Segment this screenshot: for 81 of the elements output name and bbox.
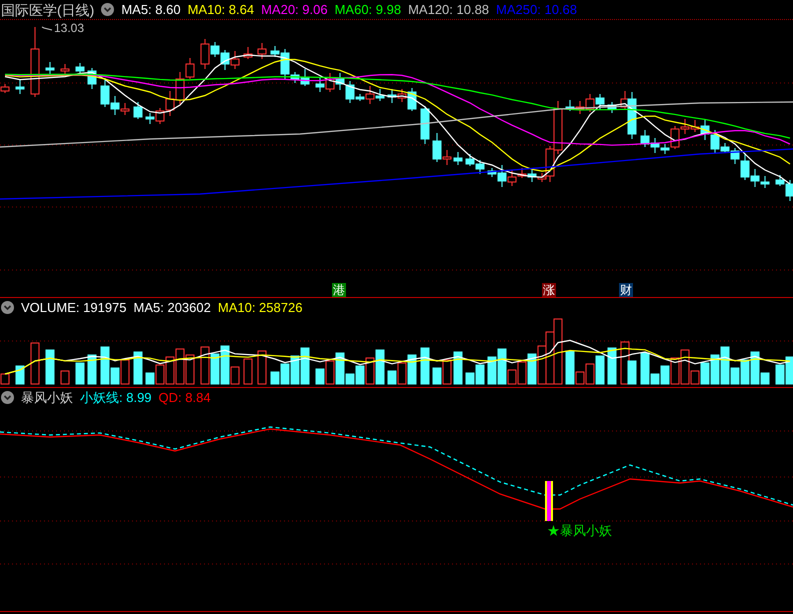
volume-bar (546, 332, 554, 384)
volume-bar (528, 354, 536, 384)
candlestick (88, 68, 96, 90)
candlestick (420, 106, 430, 144)
candlestick (220, 50, 230, 70)
candlestick (608, 102, 616, 114)
indicator-value: MA10: 8.64 (188, 3, 254, 16)
chart-title: 暴风小妖 (21, 390, 73, 404)
chart-title: 国际医学(日线) (1, 2, 94, 16)
volume-bar (76, 362, 84, 384)
indicator-value: MA120: 10.88 (408, 3, 490, 16)
event-marker[interactable]: 涨 (542, 283, 556, 297)
leader-line (42, 26, 52, 30)
candlestick (528, 168, 536, 182)
volume-bar (538, 346, 546, 384)
volume-bar (420, 348, 430, 384)
candlestick (576, 100, 584, 114)
indicator-value: MA60: 9.98 (334, 3, 402, 16)
candlestick (596, 94, 604, 110)
signal-label: ★暴风小妖 (547, 524, 612, 537)
volume-bar (186, 354, 194, 384)
volume-bar (554, 318, 562, 384)
signal-bar (545, 481, 553, 521)
volume-bar (710, 354, 720, 384)
dropdown-icon[interactable] (101, 3, 114, 16)
volume-bar (670, 358, 680, 384)
volume-bar (60, 370, 70, 384)
candlestick (16, 78, 24, 94)
candlestick (230, 50, 240, 70)
candlestick (316, 76, 324, 92)
volume-bar (176, 348, 184, 384)
volume-bar (290, 356, 300, 384)
indicator-value: MA5: 8.60 (121, 3, 181, 16)
volume-bar (46, 350, 54, 384)
indicator-value: MA5: 203602 (134, 300, 211, 314)
volume-bar (366, 358, 374, 384)
candlestick (134, 102, 142, 120)
volume-bar (488, 356, 496, 384)
volume-bar (134, 352, 142, 384)
indicator-value: VOLUME: 191975 (21, 300, 127, 314)
candlestick (336, 72, 344, 90)
candlestick (454, 152, 462, 166)
volume-bar (200, 346, 210, 384)
volume-bar (88, 354, 96, 384)
volume-bar (16, 366, 24, 384)
candlestick (30, 26, 40, 98)
event-marker[interactable]: 财 (619, 283, 633, 297)
indicator-value: MA10: 258726 (218, 300, 302, 314)
candlestick (46, 62, 54, 76)
volume-bar (608, 348, 616, 384)
candlestick (586, 94, 594, 112)
dropdown-icon[interactable] (1, 300, 14, 314)
candlestick (76, 62, 84, 74)
candlestick (466, 154, 474, 166)
volume-bar (166, 356, 174, 384)
candlestick (60, 64, 70, 76)
candlestick (326, 72, 334, 92)
indicator-value: MA250: 10.68 (496, 3, 577, 16)
volume-bar (258, 350, 266, 384)
indicator-value: 小妖线: 8.99 (80, 390, 152, 404)
price-label: 13.03 (54, 22, 84, 34)
candlestick (146, 112, 154, 124)
event-marker[interactable]: 港 (332, 283, 346, 297)
candlestick (640, 130, 650, 148)
volume-bar (596, 356, 604, 384)
candlestick (388, 88, 396, 104)
volume-bar (210, 354, 220, 384)
indicator-value: MA20: 9.06 (261, 3, 328, 16)
candlestick (244, 46, 252, 60)
candlestick (476, 160, 484, 174)
volume-bar (300, 348, 310, 384)
indicator-value: QD: 8.84 (158, 390, 211, 404)
volume-bar (776, 364, 784, 384)
volume-bar (408, 354, 416, 384)
volume-bar (376, 350, 384, 384)
dropdown-icon[interactable] (1, 390, 14, 404)
volume-bar (30, 342, 40, 384)
volume-bar (454, 352, 462, 384)
candlestick (566, 100, 574, 112)
volume-bar (244, 358, 252, 384)
candlestick (258, 42, 266, 60)
